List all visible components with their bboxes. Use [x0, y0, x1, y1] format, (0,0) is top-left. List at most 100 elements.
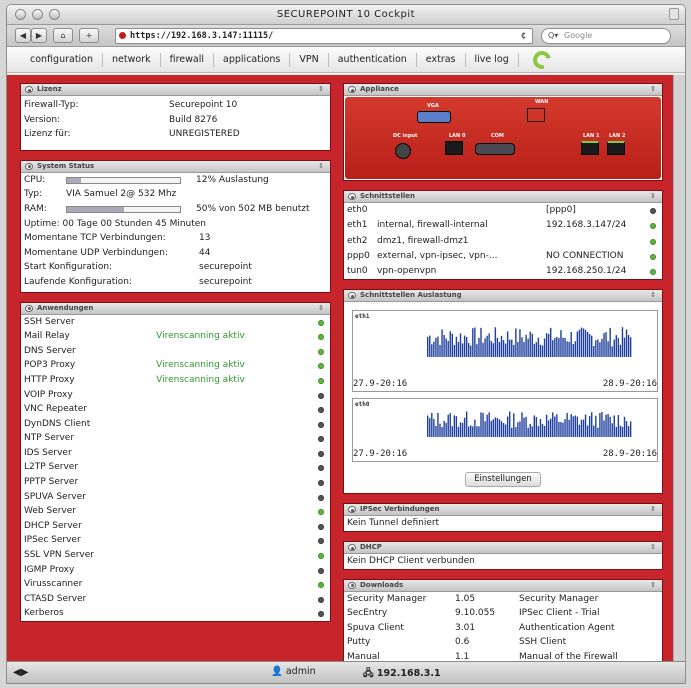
status-dot-icon	[318, 319, 324, 326]
collapse-icon[interactable]: ⇕	[650, 84, 656, 95]
traffic-bar	[521, 337, 523, 358]
collapse-icon[interactable]: ⇕	[318, 303, 324, 314]
application-name: IDS Server	[24, 447, 72, 458]
status-dot-icon	[650, 269, 656, 276]
nav-arrows-icon[interactable]: ◀▶	[13, 667, 28, 678]
nav-item-vpn[interactable]: VPN	[290, 52, 329, 67]
nav-item-live-log[interactable]: live log	[466, 52, 519, 67]
securepoint-logo-icon	[529, 47, 555, 72]
application-row[interactable]: DHCP Server	[21, 519, 330, 534]
application-row[interactable]: Kerberos	[21, 606, 330, 621]
traffic-bar	[609, 417, 611, 438]
application-row[interactable]: IPSec Server	[21, 533, 330, 548]
traffic-bar	[547, 334, 550, 358]
application-row[interactable]: NTP Server	[21, 431, 330, 446]
panel-header[interactable]: Anwendungen ⇕	[21, 302, 330, 315]
application-row[interactable]: POP3 Proxy Virenscanning aktiv	[21, 358, 330, 373]
panel-header[interactable]: Schnittstellen ⇕	[344, 191, 662, 203]
application-row[interactable]: Web Server	[21, 504, 330, 519]
panel-header[interactable]: System Status ⇕	[21, 160, 330, 173]
panel-header[interactable]: DHCP ⇕	[344, 542, 662, 555]
interface-row[interactable]: tun0 vpn-openvpn 192.168.250.1/24	[344, 264, 662, 279]
application-row[interactable]: VNC Repeater	[21, 402, 330, 417]
status-dot-icon	[318, 334, 324, 341]
application-row[interactable]: SSH Server	[21, 315, 330, 330]
traffic-bar	[461, 423, 464, 438]
interface-row[interactable]: eth0 [ppp0]	[344, 203, 662, 218]
traffic-bar	[601, 339, 603, 358]
panel-header[interactable]: Lizenz ⇕	[21, 84, 330, 96]
application-name: L2TP Server	[24, 462, 79, 473]
nav-item-applications[interactable]: applications	[214, 52, 291, 67]
interface-address: 192.168.3.147/24	[546, 220, 627, 231]
toolbar-toggle-button[interactable]	[669, 8, 679, 20]
traffic-bar	[593, 346, 595, 358]
nav-item-firewall[interactable]: firewall	[161, 52, 215, 67]
address-bar[interactable]: https://192.168.3.147:11115/ ¢	[115, 28, 533, 44]
application-row[interactable]: Mail Relay Virenscanning aktiv	[21, 329, 330, 344]
application-row[interactable]: SSL VPN Server	[21, 548, 330, 563]
row-label: Start Konfiguration:	[24, 262, 113, 273]
nav-item-extras[interactable]: extras	[417, 52, 466, 67]
forward-button[interactable]: ▶	[31, 28, 47, 43]
interface-row[interactable]: eth1 internal, firewall-internal 192.168.3…	[344, 218, 662, 233]
collapse-icon[interactable]: ⇕	[650, 542, 656, 553]
traffic-bar	[429, 336, 431, 358]
application-row[interactable]: SPUVA Server	[21, 490, 330, 505]
home-button[interactable]: ⌂	[53, 28, 73, 43]
reload-icon[interactable]: ¢	[521, 29, 526, 43]
download-row[interactable]: Security Manager 1.05 Security Manager	[344, 592, 662, 607]
search-field[interactable]: Q▾ Google	[541, 28, 671, 44]
collapse-icon[interactable]: ⇕	[318, 161, 324, 172]
back-button[interactable]: ◀	[15, 28, 31, 43]
application-row[interactable]: DynDNS Client	[21, 417, 330, 432]
application-row[interactable]: HTTP Proxy Virenscanning aktiv	[21, 373, 330, 388]
auslastung-panel: Schnittstellen Auslastung ⇕ eth1 27.9-20:…	[343, 289, 663, 495]
collapse-icon[interactable]: ⇕	[650, 504, 656, 515]
network-icon: 🖧	[363, 668, 377, 679]
collapse-icon[interactable]: ⇕	[650, 191, 656, 202]
panel-header[interactable]: Schnittstellen Auslastung ⇕	[344, 290, 662, 303]
application-row[interactable]: DNS Server	[21, 344, 330, 359]
traffic-bar	[545, 333, 548, 358]
panel-title: DHCP	[360, 543, 382, 552]
collapse-icon[interactable]: ⇕	[650, 290, 656, 301]
traffic-bar	[513, 345, 515, 358]
nav-item-authentication[interactable]: authentication	[329, 52, 417, 67]
settings-button[interactable]: Einstellungen	[465, 472, 541, 488]
application-row[interactable]: IDS Server	[21, 446, 330, 461]
traffic-bar	[617, 415, 620, 438]
add-bookmark-button[interactable]: +	[79, 28, 99, 43]
panel-header[interactable]: Appliance ⇕	[344, 84, 662, 96]
panel-header[interactable]: IPSec Verbindungen ⇕	[344, 504, 662, 517]
status-dot-icon	[318, 523, 324, 530]
nav-item-configuration[interactable]: configuration	[21, 52, 104, 67]
application-row[interactable]: PPTP Server	[21, 475, 330, 490]
row-label: Uptime: 00 Tage 00 Stunden 45 Minuten	[24, 218, 207, 229]
application-row[interactable]: CTASD Server	[21, 592, 330, 607]
collapse-icon[interactable]: ⇕	[318, 84, 324, 95]
download-row[interactable]: SecEntry 9.10.055 IPSec Client - Trial	[344, 606, 662, 621]
interface-row[interactable]: ppp0 external, vpn-ipsec, vpn-... NO CONNE…	[344, 249, 662, 264]
traffic-bar	[523, 342, 525, 358]
traffic-bar	[504, 343, 507, 358]
application-row[interactable]: Virusscanner	[21, 577, 330, 592]
interface-row[interactable]: eth2 dmz1, firewall-dmz1	[344, 234, 662, 249]
panel-header[interactable]: Downloads ⇕	[344, 579, 662, 592]
application-row[interactable]: VOIP Proxy	[21, 388, 330, 403]
traffic-bar	[535, 342, 538, 358]
nav-item-network[interactable]: network	[103, 52, 161, 67]
traffic-bar	[427, 416, 429, 438]
application-row[interactable]: IGMP Proxy	[21, 563, 330, 578]
traffic-bar	[599, 413, 601, 438]
application-row[interactable]: L2TP Server	[21, 460, 330, 475]
collapse-icon[interactable]: ⇕	[650, 580, 656, 591]
download-row[interactable]: Putty 0.6 SSH Client	[344, 635, 662, 650]
typ-row: Typ: VIA Samuel 2@ 532 Mhz	[21, 187, 330, 202]
application-name: PPTP Server	[24, 477, 79, 488]
page-scrollbar[interactable]	[673, 75, 685, 663]
traffic-bar	[574, 341, 576, 358]
traffic-bar	[605, 415, 607, 438]
download-row[interactable]: Spuva Client 3.01 Authentication Agent	[344, 621, 662, 636]
traffic-bar	[556, 337, 558, 358]
